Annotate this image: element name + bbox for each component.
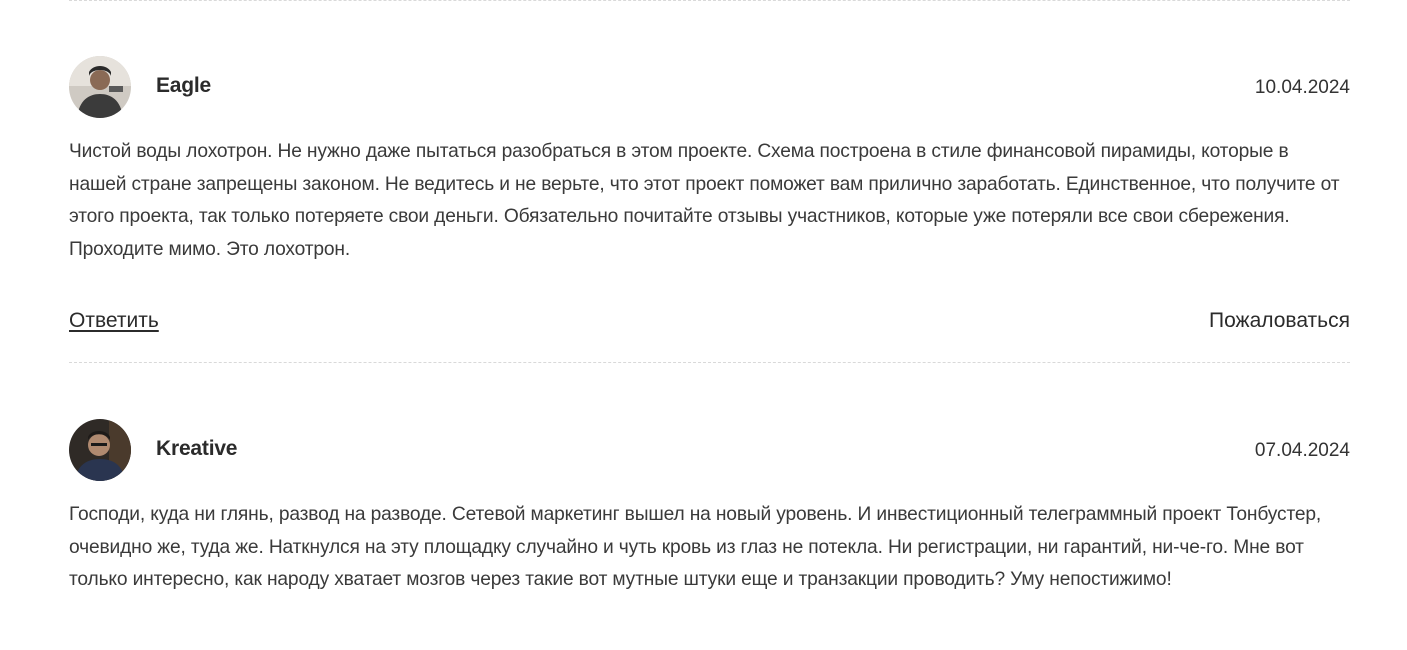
reply-link[interactable]: Ответить bbox=[69, 309, 159, 333]
comment-divider bbox=[69, 362, 1350, 363]
comment-item: Kreative 07.04.2024 Господи, куда ни гля… bbox=[69, 419, 1350, 650]
comment-text: Господи, куда ни глянь, развод на развод… bbox=[69, 504, 1322, 590]
avatar[interactable] bbox=[69, 419, 131, 481]
comment-text: Чистой воды лохотрон. Не нужно даже пыта… bbox=[69, 141, 1340, 260]
avatar[interactable] bbox=[69, 56, 131, 118]
comment-divider-top bbox=[69, 0, 1350, 1]
comment-date: 07.04.2024 bbox=[1254, 440, 1350, 461]
comment-date: 10.04.2024 bbox=[1254, 77, 1350, 98]
comment-author: Eagle bbox=[156, 74, 212, 97]
comment-item: Eagle 10.04.2024 Чистой воды лохотрон. Н… bbox=[69, 56, 1350, 356]
report-link[interactable]: Пожаловаться bbox=[1209, 309, 1350, 333]
comment-author: Kreative bbox=[156, 437, 238, 460]
